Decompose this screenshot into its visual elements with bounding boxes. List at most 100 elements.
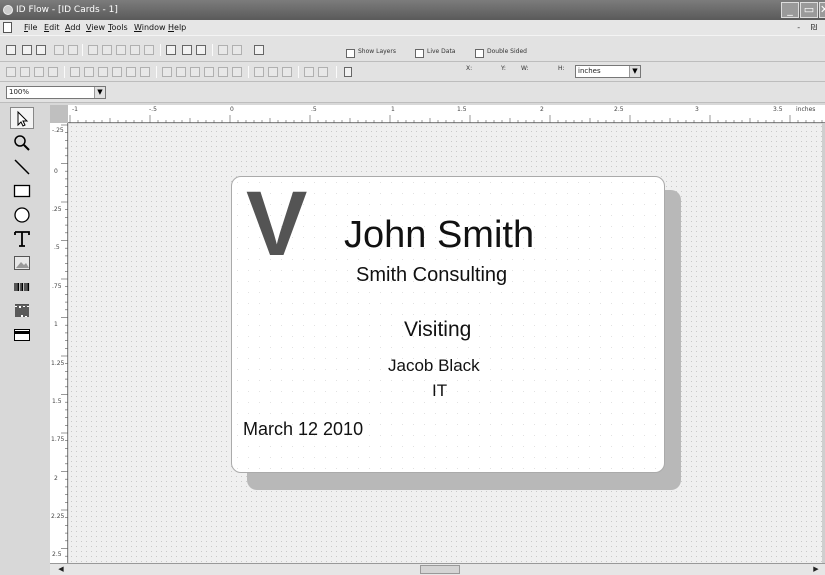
- align-top-icon[interactable]: [204, 67, 214, 77]
- toolbar-separator: [156, 66, 157, 78]
- image-tool[interactable]: [10, 251, 34, 273]
- chevron-down-icon[interactable]: ▼: [94, 87, 105, 98]
- show-layers-checkbox[interactable]: [346, 49, 355, 58]
- menu-window[interactable]: Window: [134, 20, 166, 35]
- ruler-corner: [50, 105, 68, 123]
- save-icon[interactable]: [36, 45, 46, 55]
- duplicate-icon[interactable]: [140, 67, 150, 77]
- undo-icon[interactable]: [54, 45, 64, 55]
- align-right-icon[interactable]: [190, 67, 200, 77]
- ruler-ticks: [69, 115, 823, 123]
- ruler-units-label: inches: [796, 106, 816, 113]
- zoom-out-icon[interactable]: [232, 45, 242, 55]
- flip-vertical-icon[interactable]: [112, 67, 122, 77]
- scroll-thumb[interactable]: [420, 565, 460, 574]
- magnifier-icon: [14, 135, 30, 151]
- x-label: X:: [466, 65, 473, 72]
- zoom-select[interactable]: 100% ▼: [6, 86, 106, 99]
- units-select[interactable]: inches ▼: [575, 65, 641, 78]
- open-file-icon[interactable]: [22, 45, 32, 55]
- bring-front-icon[interactable]: [6, 67, 16, 77]
- card-name-text[interactable]: John Smith: [344, 214, 534, 257]
- double-sided-label: Double Sided: [487, 48, 527, 55]
- space-vertical-icon[interactable]: [268, 67, 278, 77]
- lock-aspect-icon[interactable]: [126, 67, 136, 77]
- new-file-icon[interactable]: [6, 45, 16, 55]
- toolbar-separator: [248, 66, 249, 78]
- rotate-right-icon[interactable]: [84, 67, 94, 77]
- cut-icon[interactable]: [88, 45, 98, 55]
- redo-icon[interactable]: [68, 45, 78, 55]
- menu-view[interactable]: View: [86, 20, 105, 35]
- card-host-text[interactable]: Jacob Black: [388, 356, 480, 376]
- zoom-tool[interactable]: [10, 131, 34, 153]
- menu-add[interactable]: Add: [65, 20, 81, 35]
- ruler-label: 1.5: [52, 398, 62, 405]
- ellipse-tool[interactable]: [10, 203, 34, 225]
- w-label: W:: [521, 65, 529, 72]
- arrow-pointer-icon: [17, 110, 29, 127]
- magstripe-tool[interactable]: [10, 323, 34, 345]
- scroll-right-icon[interactable]: ▶: [811, 565, 821, 574]
- ruler-label: 1: [391, 106, 395, 113]
- copy-icon[interactable]: [102, 45, 112, 55]
- paste-icon[interactable]: [116, 45, 126, 55]
- rotate-left-icon[interactable]: [70, 67, 80, 77]
- menu-help[interactable]: Help: [168, 20, 186, 35]
- tools-palette: [8, 107, 40, 352]
- line-tool[interactable]: [10, 155, 34, 177]
- print-icon[interactable]: [196, 45, 206, 55]
- barcode-tool[interactable]: [10, 275, 34, 297]
- properties-icon[interactable]: [144, 45, 154, 55]
- double-sided-checkbox[interactable]: [475, 49, 484, 58]
- menu-tools[interactable]: Tools: [108, 20, 128, 35]
- database-icon[interactable]: [254, 45, 264, 55]
- lock-icon[interactable]: [344, 67, 352, 77]
- maximize-button[interactable]: ▭: [800, 2, 818, 18]
- center-page-icon[interactable]: [282, 67, 292, 77]
- zoom-in-icon[interactable]: [218, 45, 228, 55]
- mdi-controls[interactable]: - ₪: [797, 20, 821, 35]
- rectangle-tool[interactable]: [10, 179, 34, 201]
- space-horizontal-icon[interactable]: [254, 67, 264, 77]
- align-center-icon[interactable]: [176, 67, 186, 77]
- menu-file[interactable]: File: [24, 20, 37, 35]
- grid-icon[interactable]: [318, 67, 328, 77]
- ungroup-icon[interactable]: [48, 67, 58, 77]
- rectangle-icon: [13, 184, 31, 198]
- ruler-label: 0: [54, 168, 58, 175]
- same-size-icon[interactable]: [304, 67, 314, 77]
- h-label: H:: [558, 65, 565, 72]
- group-icon[interactable]: [34, 67, 44, 77]
- chevron-down-icon[interactable]: ▼: [629, 66, 640, 77]
- image-icon: [14, 256, 30, 270]
- close-button[interactable]: ✕: [819, 2, 825, 18]
- card-company-text[interactable]: Smith Consulting: [356, 264, 507, 287]
- card-logo-letter[interactable]: V: [246, 178, 307, 270]
- send-back-icon[interactable]: [20, 67, 30, 77]
- card-status-text[interactable]: Visiting: [404, 318, 471, 342]
- vertical-ruler[interactable]: -.25 0 .25 .5 .75 1 1.25 1.5 1.75 2 2.25…: [50, 123, 68, 573]
- text-tool[interactable]: [10, 227, 34, 249]
- horizontal-scrollbar[interactable]: ◀ ▶: [50, 563, 825, 575]
- delete-icon[interactable]: [130, 45, 140, 55]
- print-preview-icon[interactable]: [182, 45, 192, 55]
- 2d-barcode-tool[interactable]: [10, 299, 34, 321]
- align-bottom-icon[interactable]: [232, 67, 242, 77]
- ruler-label: .25: [52, 206, 62, 213]
- flip-horizontal-icon[interactable]: [98, 67, 108, 77]
- align-left-icon[interactable]: [162, 67, 172, 77]
- horizontal-ruler[interactable]: -1 -.5 0 .5 1 1.5 2 2.5 3 3.5 inches: [68, 105, 825, 123]
- scroll-left-icon[interactable]: ◀: [56, 565, 66, 574]
- minimize-button[interactable]: _: [781, 2, 799, 18]
- live-data-checkbox[interactable]: [415, 49, 424, 58]
- select-tool[interactable]: [10, 107, 34, 129]
- page-setup-icon[interactable]: [166, 45, 176, 55]
- align-middle-icon[interactable]: [218, 67, 228, 77]
- menu-edit[interactable]: Edit: [44, 20, 60, 35]
- card-department-text[interactable]: IT: [432, 381, 447, 401]
- toolbar-separator: [160, 44, 161, 56]
- card-date-text[interactable]: March 12 2010: [243, 419, 363, 440]
- live-data-label: Live Data: [427, 48, 456, 55]
- ruler-label: 3: [695, 106, 699, 113]
